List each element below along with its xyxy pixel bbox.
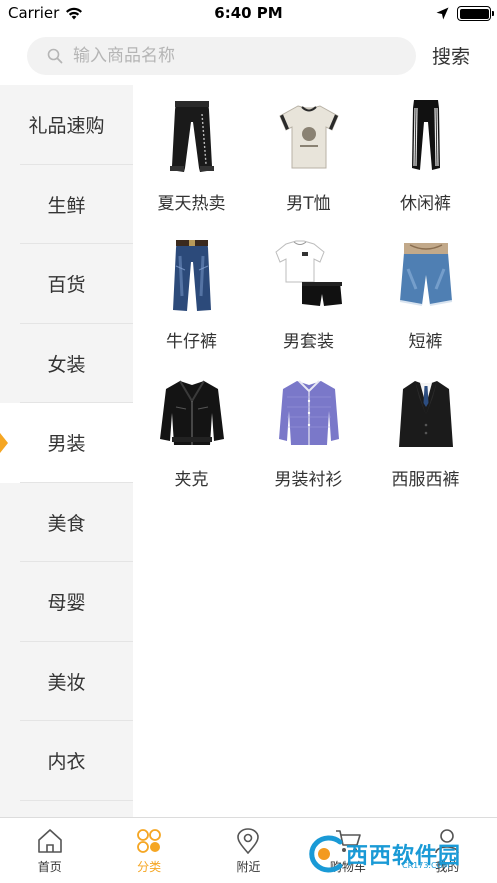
sidebar-item-general[interactable]: 百货 xyxy=(0,244,133,324)
tab-home[interactable]: 首页 xyxy=(0,818,99,883)
product-item[interactable]: 男T恤 xyxy=(250,96,367,214)
suit-icon xyxy=(398,381,453,447)
product-thumb xyxy=(269,234,349,316)
sidebar-item-fresh[interactable]: 生鲜 xyxy=(0,165,133,245)
leather-jacket-icon xyxy=(159,380,224,445)
sidebar-item-baby[interactable]: 母婴 xyxy=(0,562,133,642)
watermark: 西西软件园 CR173.COM xyxy=(302,832,482,876)
sidebar-item-label: 内衣 xyxy=(47,751,86,774)
sidebar-item-mens[interactable]: 男装 xyxy=(0,403,133,483)
sidebar-item-gift[interactable]: 礼品速购 xyxy=(0,85,133,165)
search-input[interactable] xyxy=(73,46,393,66)
sidebar-item-label: 母婴 xyxy=(47,592,86,615)
location-pin-icon xyxy=(237,828,260,854)
product-label: 夹克 xyxy=(174,470,209,490)
tab-label: 首页 xyxy=(37,860,62,874)
location-arrow-icon xyxy=(436,7,449,20)
sidebar-item-label: 女装 xyxy=(47,353,86,376)
watermark-sub: CR173.COM xyxy=(402,861,450,870)
product-thumb xyxy=(269,96,349,178)
sidebar-item-label: 百货 xyxy=(47,274,86,297)
product-item[interactable]: 短裤 xyxy=(367,234,484,352)
tshirt-icon xyxy=(278,105,339,169)
sidebar-item-food[interactable]: 美食 xyxy=(0,483,133,563)
jeans-icon xyxy=(172,240,211,311)
search-button[interactable]: 搜索 xyxy=(432,42,470,69)
product-thumb xyxy=(386,96,466,178)
search-box[interactable] xyxy=(27,37,416,75)
jogger-pants-icon xyxy=(169,101,214,172)
category-icon xyxy=(137,829,161,853)
sidebar-item-underwear[interactable]: 内衣 xyxy=(0,721,133,801)
product-item[interactable]: 夏天热卖 xyxy=(133,96,250,214)
track-pants-icon xyxy=(411,100,440,170)
product-item[interactable]: 西服西裤 xyxy=(367,372,484,490)
search-header: 搜索 xyxy=(0,28,497,85)
search-icon xyxy=(47,48,63,64)
product-grid: 夏天热卖 男T恤 休闲裤 牛仔裤 男套装 短裤 夹克 男装衬衫 西服西裤 xyxy=(133,96,497,490)
sidebar-item-label: 美妆 xyxy=(47,671,86,694)
status-time: 6:40 PM xyxy=(214,4,283,22)
product-label: 休闲裤 xyxy=(400,194,451,214)
dress-shirt-icon xyxy=(278,380,339,445)
product-label: 男装衬衫 xyxy=(274,470,343,490)
product-thumb xyxy=(386,372,466,454)
battery-fill xyxy=(459,8,489,19)
sidebar-item-womens[interactable]: 女装 xyxy=(0,324,133,404)
status-right xyxy=(436,6,494,21)
product-label: 西服西裤 xyxy=(391,470,460,490)
shorts-icon xyxy=(399,243,452,306)
tab-label: 附近 xyxy=(236,860,261,874)
product-item[interactable]: 夹克 xyxy=(133,372,250,490)
product-label: 男套装 xyxy=(283,332,334,352)
product-label: 牛仔裤 xyxy=(166,332,217,352)
sidebar-item-label: 礼品速购 xyxy=(28,115,105,138)
product-item[interactable]: 牛仔裤 xyxy=(133,234,250,352)
product-thumb xyxy=(152,96,232,178)
sidebar-item-label: 美食 xyxy=(47,512,86,535)
product-item[interactable]: 休闲裤 xyxy=(367,96,484,214)
product-thumb xyxy=(152,372,232,454)
product-item[interactable]: 男套装 xyxy=(250,234,367,352)
product-thumb xyxy=(269,372,349,454)
product-item[interactable]: 男装衬衫 xyxy=(250,372,367,490)
tab-nearby[interactable]: 附近 xyxy=(199,818,298,883)
watermark-logo-icon xyxy=(309,835,343,873)
outfit-set-icon xyxy=(274,240,342,306)
sidebar-item-label: 生鲜 xyxy=(47,194,86,217)
product-thumb xyxy=(386,234,466,316)
category-sidebar: 礼品速购 生鲜 百货 女装 男装 美食 母婴 美妆 内衣 xyxy=(0,85,133,817)
product-label: 夏天热卖 xyxy=(157,194,226,214)
sidebar-item-beauty[interactable]: 美妆 xyxy=(0,642,133,722)
battery-icon xyxy=(457,6,494,21)
product-label: 男T恤 xyxy=(286,194,331,214)
status-bar: Carrier 6:40 PM xyxy=(0,0,497,28)
home-icon xyxy=(37,829,62,853)
product-label: 短裤 xyxy=(408,332,443,352)
product-thumb xyxy=(152,234,232,316)
sidebar-item-label: 男装 xyxy=(47,433,86,456)
tab-label: 分类 xyxy=(137,860,162,874)
tab-category[interactable]: 分类 xyxy=(99,818,198,883)
